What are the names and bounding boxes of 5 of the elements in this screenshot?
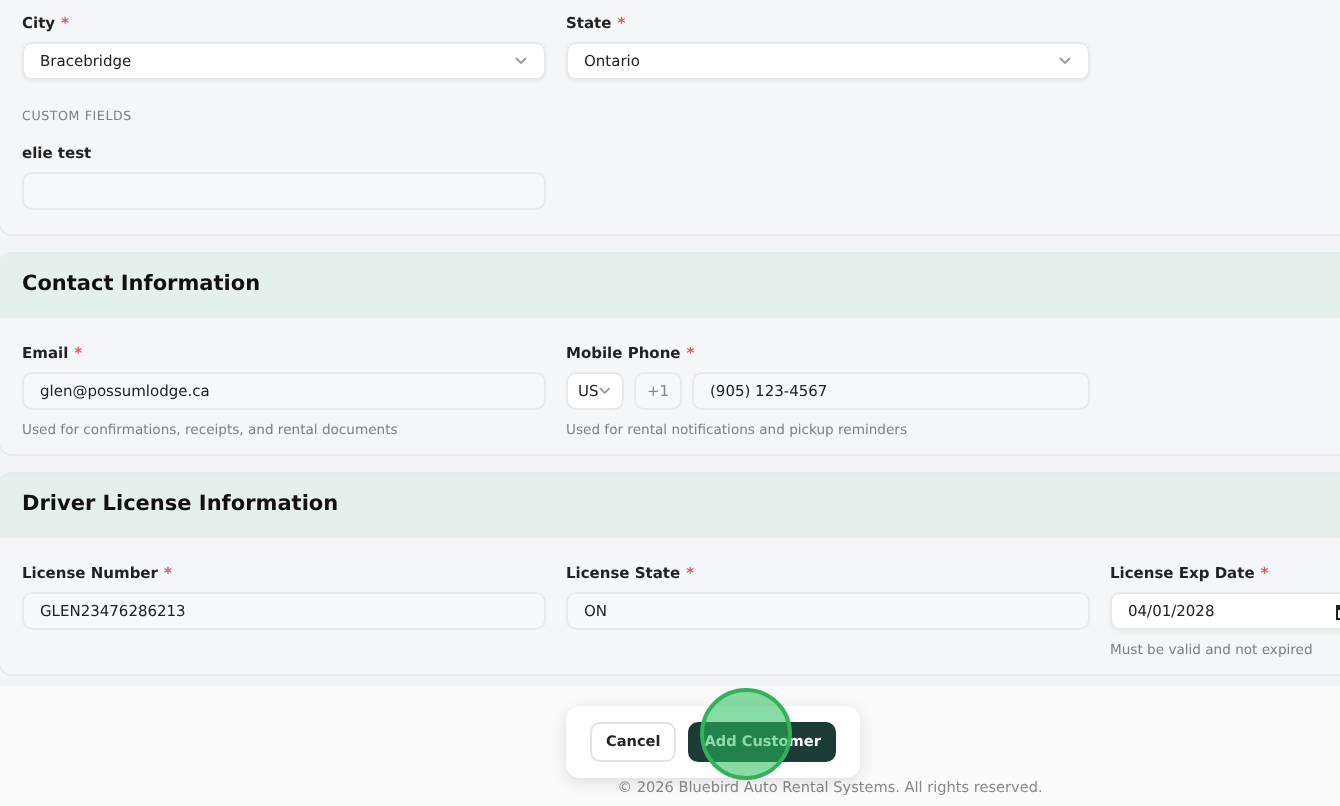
section-title: Contact Information bbox=[0, 253, 1340, 318]
chevron-down-icon bbox=[1058, 56, 1072, 67]
chevron-down-icon bbox=[598, 385, 612, 396]
section-title: Driver License Information bbox=[0, 474, 1340, 538]
chevron-down-icon bbox=[514, 56, 528, 67]
